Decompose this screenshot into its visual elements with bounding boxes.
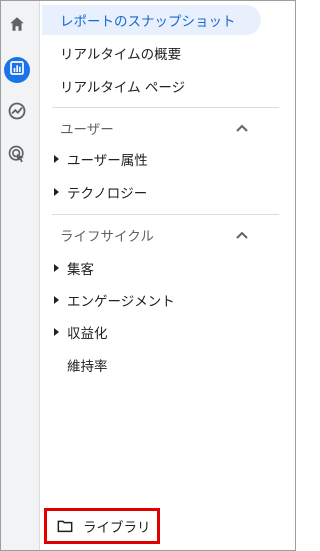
left-rail [1,1,40,550]
folder-icon [57,519,73,533]
app-frame: レポートのスナップショット リアルタイムの概要 リアルタイム ページ ユーザー … [0,0,296,551]
nav-item-label: リアルタイムの概要 [60,47,182,63]
section-header-lifecycle[interactable]: ライフサイクル [60,223,255,247]
nav-item-label: 維持率 [67,359,108,375]
nav-item-retention[interactable]: 維持率 [50,351,265,379]
caret-right-icon [54,328,59,336]
nav-item-label: 収益化 [67,326,108,342]
advertising-icon [7,144,27,168]
nav-item-label: 集客 [67,262,94,278]
section-title: ライフサイクル [60,229,154,245]
caret-right-icon [54,296,59,304]
nav-group-engagement[interactable]: エンゲージメント [50,286,265,314]
explore-icon [7,101,27,125]
caret-right-icon [54,264,59,272]
nav-item-snapshot[interactable]: レポートのスナップショット [42,5,261,35]
divider [52,214,279,215]
nav-item-label: エンゲージメント [67,294,175,310]
chevron-up-icon[interactable] [233,226,251,244]
nav-item-label: レポートのスナップショット [60,14,236,30]
library-label: ライブラリ [83,520,151,536]
nav-item-label: ユーザー属性 [67,153,148,169]
nav-item-label: リアルタイム ページ [60,80,186,96]
section-title: ユーザー [60,122,114,138]
chevron-up-icon[interactable] [233,119,251,137]
caret-right-icon [54,155,59,163]
nav-item-label: テクノロジー [67,186,148,202]
home-icon [8,15,26,37]
library-button[interactable]: ライブラリ [44,508,160,544]
reports-nav-panel: レポートのスナップショット リアルタイムの概要 リアルタイム ページ ユーザー … [40,1,295,550]
reports-button[interactable] [4,57,30,83]
nav-group-demographics[interactable]: ユーザー属性 [50,145,265,173]
nav-group-monetization[interactable]: 収益化 [50,318,265,346]
nav-group-acquisition[interactable]: 集客 [50,254,265,282]
nav-item-realtime-pages[interactable]: リアルタイム ページ [42,71,261,101]
reports-icon [9,60,25,80]
nav-group-technology[interactable]: テクノロジー [50,178,265,206]
section-header-user[interactable]: ユーザー [60,116,255,140]
advertising-button[interactable] [4,143,30,169]
explore-button[interactable] [4,100,30,126]
nav-item-realtime-overview[interactable]: リアルタイムの概要 [42,38,261,68]
divider [52,107,279,108]
caret-right-icon [54,188,59,196]
home-button[interactable] [4,13,30,39]
